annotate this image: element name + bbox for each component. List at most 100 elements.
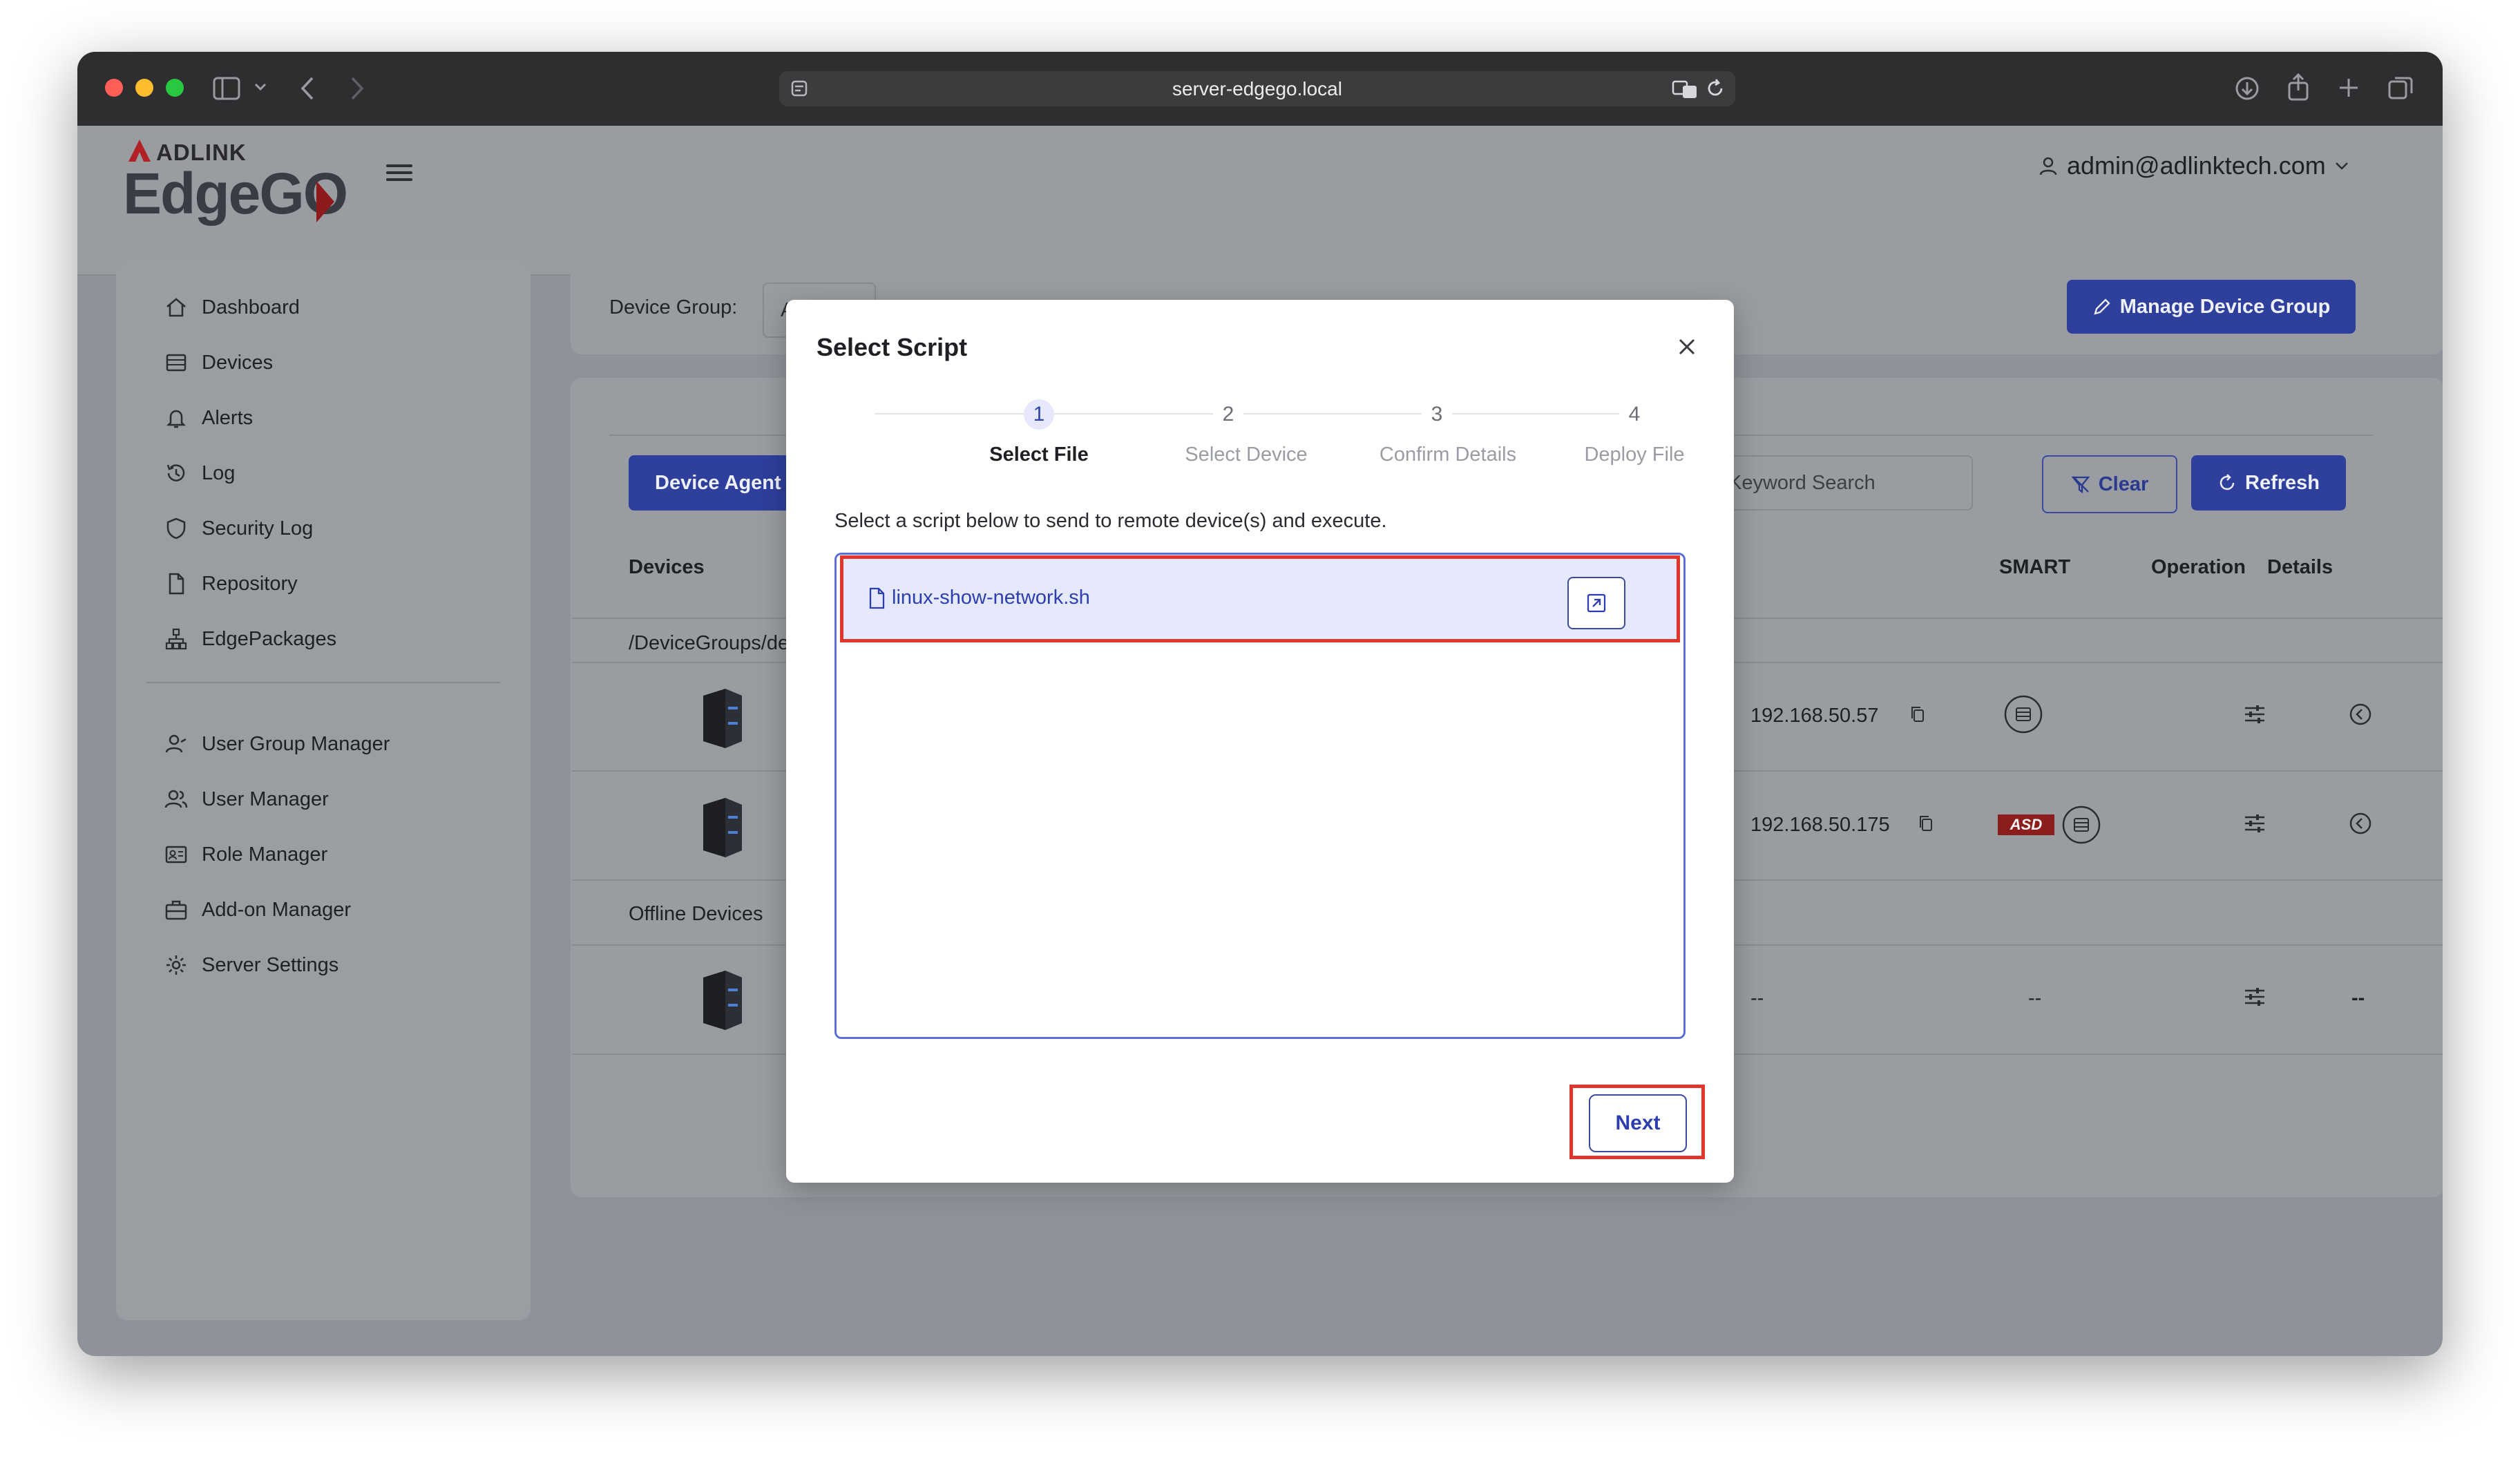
operation-settings-icon[interactable] <box>2244 704 2266 725</box>
asd-badge[interactable]: ASD <box>1998 814 2054 835</box>
sidebar-item-user-group-manager[interactable]: User Group Manager <box>164 723 390 765</box>
briefcase-icon <box>165 900 187 920</box>
shield-icon <box>166 517 186 540</box>
manage-device-group-label: Manage Device Group <box>2119 295 2331 318</box>
copy-icon[interactable] <box>1909 705 1926 724</box>
operation-settings-icon[interactable] <box>2244 986 2266 1007</box>
manage-device-group-button[interactable]: Manage Device Group <box>2067 280 2356 334</box>
server-icon <box>703 798 742 857</box>
sidebar-toggle-icon[interactable] <box>213 77 240 100</box>
tab-overview-icon[interactable] <box>2387 75 2414 102</box>
sidebar-item-label: EdgePackages <box>202 627 337 650</box>
sidebar: Dashboard Devices Alerts Log Security Lo… <box>116 259 531 1320</box>
script-file-list: linux-show-network.sh <box>834 553 1686 1039</box>
sidebar-item-label: User Manager <box>202 788 329 810</box>
users-icon <box>164 790 188 808</box>
url-text: server-edgego.local <box>1172 77 1342 99</box>
refresh-label: Refresh <box>2245 471 2320 494</box>
zoom-window-button[interactable] <box>166 79 184 97</box>
sidebar-item-repository[interactable]: Repository <box>164 563 298 604</box>
column-header-smart: SMART <box>1999 556 2071 578</box>
chevron-down-icon <box>2335 162 2348 170</box>
sidebar-divider <box>146 682 500 683</box>
server-icon <box>703 971 742 1030</box>
smart-status-icon[interactable] <box>2003 694 2043 734</box>
refresh-button[interactable]: Refresh <box>2191 455 2346 511</box>
address-bar[interactable]: server-edgego.local <box>779 71 1735 106</box>
translate-icon[interactable] <box>1672 79 1698 99</box>
history-icon <box>166 464 185 481</box>
column-header-devices: Devices <box>629 556 705 578</box>
sidebar-item-user-manager[interactable]: User Manager <box>164 779 329 820</box>
share-icon[interactable] <box>2287 73 2310 102</box>
menu-toggle-icon[interactable] <box>386 160 412 187</box>
sidebar-item-devices[interactable]: Devices <box>164 342 273 383</box>
sidebar-item-role-manager[interactable]: Role Manager <box>164 834 327 875</box>
copy-icon[interactable] <box>1918 814 1934 833</box>
clear-button[interactable]: Clear <box>2042 455 2177 513</box>
user-menu[interactable]: admin@adlinktech.com <box>2038 145 2349 187</box>
sidebar-item-edgepackages[interactable]: EdgePackages <box>164 618 336 660</box>
sidebar-item-label: Alerts <box>202 406 254 429</box>
site-info-icon[interactable] <box>790 79 808 97</box>
downloads-icon[interactable] <box>2234 75 2260 102</box>
sidebar-item-log[interactable]: Log <box>164 452 235 494</box>
close-icon[interactable] <box>1670 330 1703 363</box>
user-icon <box>2039 157 2057 175</box>
operation-settings-icon[interactable] <box>2244 813 2266 834</box>
sidebar-item-label: User Group Manager <box>202 732 390 755</box>
step-4-indicator: 4 <box>1619 399 1650 430</box>
user-group-icon <box>165 734 187 753</box>
sidebar-item-dashboard[interactable]: Dashboard <box>164 287 300 328</box>
sidebar-item-label: Security Log <box>202 517 314 540</box>
device-group-path: /DeviceGroups/de <box>629 632 790 654</box>
new-tab-icon[interactable] <box>2338 77 2360 99</box>
sidebar-item-security-log[interactable]: Security Log <box>164 508 313 549</box>
smart-status-icon[interactable] <box>2061 805 2101 845</box>
sidebar-item-label: Repository <box>202 572 298 595</box>
stepper-track <box>875 413 1645 414</box>
list-icon <box>166 354 187 372</box>
sidebar-item-label: Add-on Manager <box>202 898 352 921</box>
user-email: admin@adlinktech.com <box>2067 151 2326 180</box>
device-agent-button[interactable]: Device Agent <box>629 455 808 511</box>
step-4-label: Deploy File <box>1584 444 1685 466</box>
smart-value: -- <box>2028 987 2042 1009</box>
open-external-icon <box>1587 593 1606 613</box>
minimize-window-button[interactable] <box>135 79 153 97</box>
close-window-button[interactable] <box>105 79 123 97</box>
browser-titlebar: server-edgego.local <box>77 52 2443 126</box>
details-icon[interactable] <box>2349 703 2372 726</box>
refresh-icon <box>2220 474 2235 490</box>
sidebar-item-server-settings[interactable]: Server Settings <box>164 944 338 986</box>
details-icon[interactable] <box>2349 812 2372 835</box>
sitemap-icon <box>165 628 187 650</box>
sidebar-item-label: Dashboard <box>202 296 300 318</box>
device-group-label: Device Group: <box>609 296 738 318</box>
clear-label: Clear <box>2098 473 2149 495</box>
device-ip: 192.168.50.57 <box>1750 705 1879 727</box>
asd-badge-label: ASD <box>2010 816 2043 833</box>
sidebar-item-label: Server Settings <box>202 953 339 976</box>
chevron-down-icon[interactable] <box>254 82 267 92</box>
sidebar-item-label: Devices <box>202 351 274 374</box>
sidebar-item-alerts[interactable]: Alerts <box>164 397 253 439</box>
next-button[interactable]: Next <box>1589 1094 1687 1152</box>
step-3-indicator: 3 <box>1422 399 1452 430</box>
script-file-name: linux-show-network.sh <box>892 587 1090 609</box>
logo-product: EdgeGO <box>123 161 348 226</box>
offline-devices-label: Offline Devices <box>629 903 763 925</box>
next-button-label: Next <box>1615 1112 1661 1134</box>
details-value: -- <box>2351 987 2365 1009</box>
file-icon <box>169 573 184 595</box>
server-icon <box>703 689 742 748</box>
reload-icon[interactable] <box>1705 78 1726 99</box>
search-placeholder: Keyword Search <box>1728 471 1875 494</box>
sidebar-item-add-on-manager[interactable]: Add-on Manager <box>164 889 351 931</box>
sidebar-item-label: Role Manager <box>202 843 328 866</box>
open-script-button[interactable] <box>1567 577 1625 629</box>
list-item[interactable]: linux-show-network.sh <box>843 559 1677 639</box>
device-ip: 192.168.50.175 <box>1750 814 1890 836</box>
forward-icon[interactable] <box>348 75 365 102</box>
back-icon[interactable] <box>300 75 316 102</box>
